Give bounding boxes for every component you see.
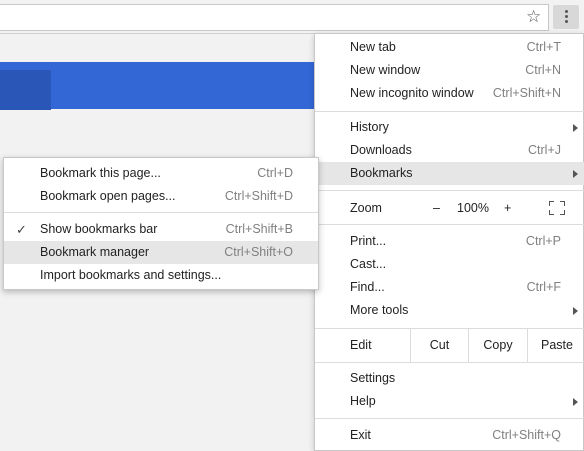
- menu-dot-icon: [565, 20, 568, 23]
- submenu-arrow-icon: [573, 398, 578, 406]
- menu-item-print[interactable]: Print... Ctrl+P: [315, 230, 584, 253]
- menu-item-new-incognito-window[interactable]: New incognito window Ctrl+Shift+N: [315, 82, 584, 105]
- menu-item-shortcut: Ctrl+Shift+O: [224, 245, 293, 259]
- menu-item-label: History: [350, 120, 389, 134]
- zoom-row: Zoom – 100% +: [315, 195, 584, 221]
- edit-row: Edit Cut Copy Paste: [315, 328, 584, 362]
- menu-separator: [315, 418, 584, 419]
- menu-item-label: Show bookmarks bar: [40, 222, 158, 236]
- address-bar[interactable]: ☆: [0, 4, 549, 31]
- bookmarks-submenu: Bookmark this page... Ctrl+D Bookmark op…: [3, 157, 319, 290]
- menu-item-label: Import bookmarks and settings...: [40, 268, 222, 282]
- menu-item-label: Downloads: [350, 143, 412, 157]
- page-header-bar: [0, 62, 320, 110]
- menu-item-find[interactable]: Find... Ctrl+F: [315, 276, 584, 299]
- menu-separator: [4, 212, 318, 213]
- menu-item-downloads[interactable]: Downloads Ctrl+J: [315, 139, 584, 162]
- submenu-item-import-bookmarks[interactable]: Import bookmarks and settings...: [4, 264, 318, 287]
- menu-item-settings[interactable]: Settings: [315, 367, 584, 390]
- menu-item-shortcut: Ctrl+N: [525, 63, 561, 77]
- zoom-label: Zoom: [350, 201, 382, 215]
- browser-toolbar: ☆: [0, 0, 584, 34]
- zoom-in-button[interactable]: +: [504, 195, 511, 221]
- paste-button[interactable]: Paste: [527, 328, 584, 362]
- menu-dot-icon: [565, 10, 568, 13]
- menu-item-label: Bookmarks: [350, 166, 413, 180]
- menu-item-label: More tools: [350, 303, 409, 317]
- menu-item-label: Exit: [350, 428, 371, 442]
- submenu-arrow-icon: [573, 124, 578, 132]
- menu-separator: [315, 111, 584, 112]
- submenu-item-bookmark-this-page[interactable]: Bookmark this page... Ctrl+D: [4, 162, 318, 185]
- menu-item-more-tools[interactable]: More tools: [315, 299, 584, 322]
- menu-separator: [315, 190, 584, 191]
- submenu-arrow-icon: [573, 170, 578, 178]
- menu-item-exit[interactable]: Exit Ctrl+Shift+Q: [315, 424, 584, 447]
- menu-item-shortcut: Ctrl+T: [526, 40, 561, 54]
- menu-item-shortcut: Ctrl+F: [526, 280, 561, 294]
- submenu-arrow-icon: [573, 307, 578, 315]
- submenu-item-bookmark-manager[interactable]: Bookmark manager Ctrl+Shift+O: [4, 241, 318, 264]
- menu-dot-icon: [565, 15, 568, 18]
- fullscreen-icon[interactable]: [549, 201, 565, 215]
- copy-button[interactable]: Copy: [468, 328, 527, 362]
- menu-item-label: Bookmark manager: [40, 245, 150, 259]
- menu-item-label: Cast...: [350, 257, 387, 271]
- menu-item-label: New tab: [350, 40, 396, 54]
- menu-item-shortcut: Ctrl+J: [528, 143, 561, 157]
- menu-separator: [315, 362, 584, 363]
- menu-item-history[interactable]: History: [315, 116, 584, 139]
- edit-label: Edit: [350, 338, 372, 352]
- menu-separator: [315, 224, 584, 225]
- menu-item-label: New window: [350, 63, 421, 77]
- menu-item-new-window[interactable]: New window Ctrl+N: [315, 59, 584, 82]
- menu-item-help[interactable]: Help: [315, 390, 584, 413]
- menu-item-shortcut: Ctrl+D: [257, 166, 293, 180]
- menu-item-shortcut: Ctrl+Shift+Q: [492, 428, 561, 442]
- checkmark-icon: ✓: [16, 222, 27, 237]
- bookmark-star-icon[interactable]: ☆: [526, 7, 541, 27]
- chrome-main-menu: New tab Ctrl+T New window Ctrl+N New inc…: [314, 33, 584, 451]
- menu-item-cast[interactable]: Cast...: [315, 253, 584, 276]
- menu-item-label: New incognito window: [350, 86, 474, 100]
- menu-item-shortcut: Ctrl+Shift+N: [492, 86, 561, 100]
- menu-item-label: Bookmark open pages...: [40, 189, 176, 203]
- submenu-item-bookmark-open-pages[interactable]: Bookmark open pages... Ctrl+Shift+D: [4, 185, 318, 208]
- zoom-out-button[interactable]: –: [433, 195, 440, 221]
- menu-item-label: Print...: [350, 234, 387, 248]
- submenu-item-show-bookmarks-bar[interactable]: ✓ Show bookmarks bar Ctrl+Shift+B: [4, 218, 318, 241]
- menu-item-shortcut: Ctrl+Shift+D: [224, 189, 293, 203]
- chrome-menu-button[interactable]: [553, 5, 579, 29]
- zoom-level: 100%: [457, 201, 489, 215]
- menu-item-label: Settings: [350, 371, 396, 385]
- cut-button[interactable]: Cut: [410, 328, 468, 362]
- menu-item-shortcut: Ctrl+Shift+B: [225, 222, 293, 236]
- menu-item-label: Bookmark this page...: [40, 166, 161, 180]
- menu-item-label: Find...: [350, 280, 385, 294]
- menu-item-bookmarks[interactable]: Bookmarks: [315, 162, 584, 185]
- menu-item-new-tab[interactable]: New tab Ctrl+T: [315, 36, 584, 59]
- page-header-button[interactable]: [0, 70, 51, 110]
- menu-item-shortcut: Ctrl+P: [525, 234, 561, 248]
- menu-item-label: Help: [350, 394, 376, 408]
